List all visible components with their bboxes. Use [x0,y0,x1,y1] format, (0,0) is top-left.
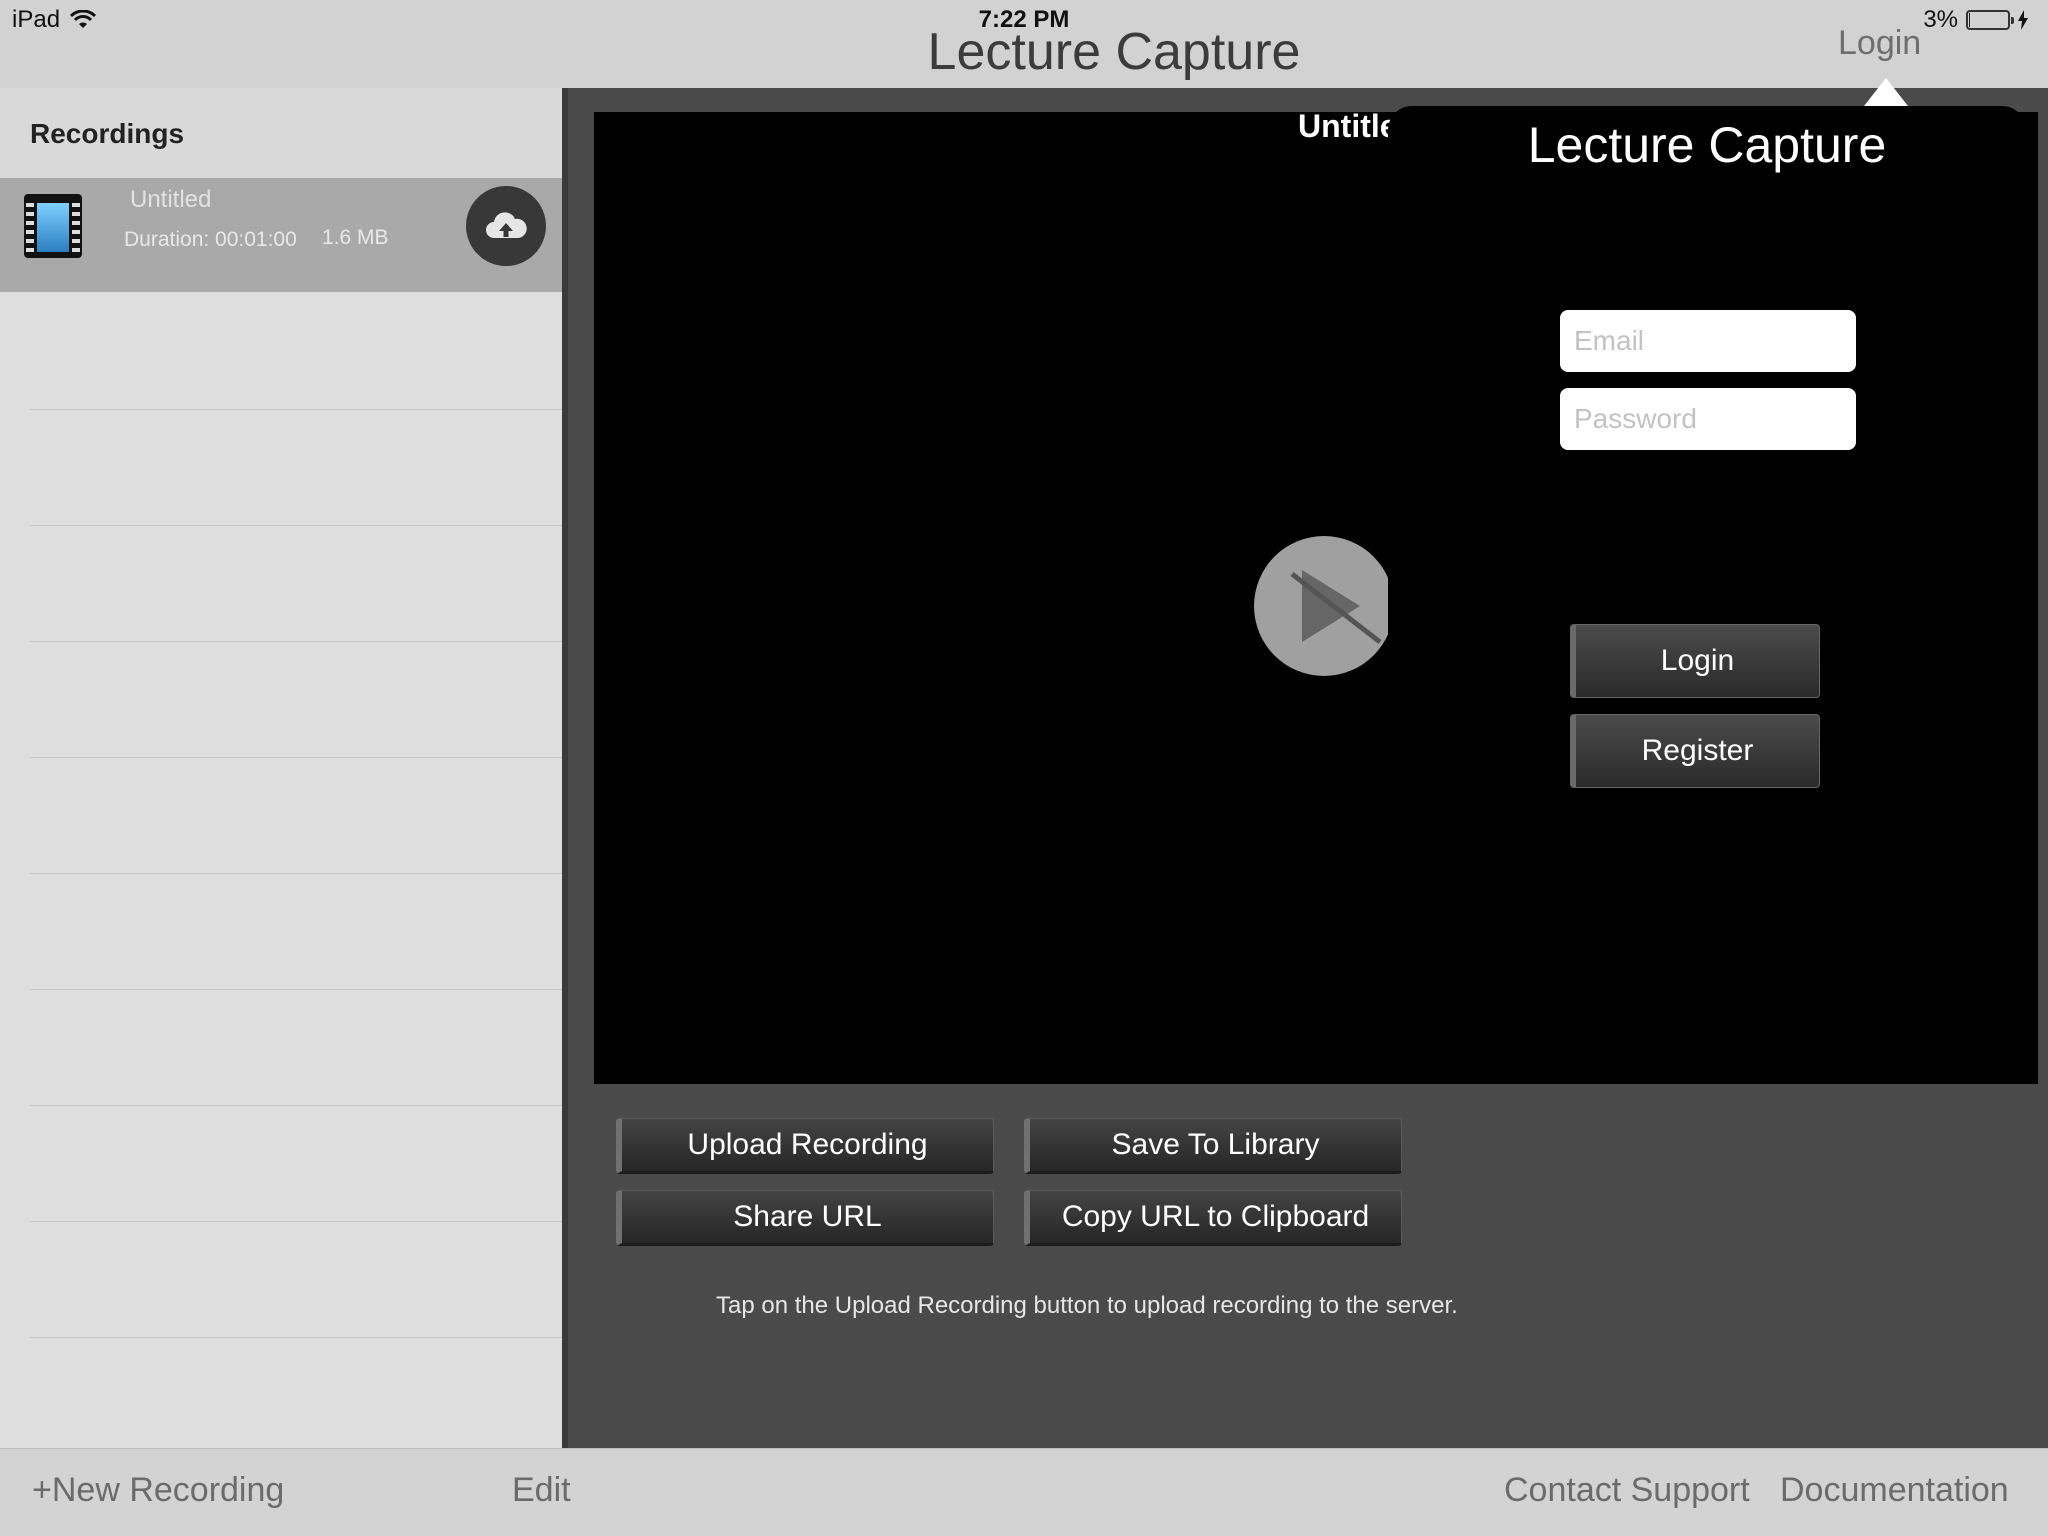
recording-row[interactable]: Untitled Duration: 00:01:00 1.6 MB [0,178,562,292]
list-separator [30,873,562,874]
recording-size: 1.6 MB [322,226,389,249]
register-button[interactable]: Register [1570,714,1820,788]
list-separator [30,409,562,410]
upload-recording-button[interactable]: Upload Recording [616,1118,994,1174]
contact-support-button[interactable]: Contact Support [1504,1471,1750,1510]
cloud-upload-icon [486,212,527,238]
play-button[interactable] [1254,536,1394,676]
upload-hint-text: Tap on the Upload Recording button to up… [716,1292,1458,1319]
popover-title: Lecture Capture [1527,117,1887,173]
copy-url-button[interactable]: Copy URL to Clipboard [1024,1190,1402,1246]
login-button[interactable]: Login [1570,624,1820,698]
nav-login-button[interactable]: Login [1838,24,1921,63]
password-field[interactable] [1560,388,1856,450]
bottom-toolbar: +New Recording Edit Contact Support Docu… [0,1448,2048,1536]
recordings-sidebar: Recordings Untitled Duration: 00:01:00 1… [0,88,562,1448]
list-separator [30,1105,562,1106]
top-bar: iPad 7:22 PM 3% Lecture Capture Login [0,0,2048,88]
documentation-button[interactable]: Documentation [1780,1471,2009,1510]
login-popover: Lecture Capture Login Register [1388,106,2026,1066]
list-separator [30,1221,562,1222]
list-separator [30,525,562,526]
list-separator [30,989,562,990]
list-separator [30,641,562,642]
list-separator [30,1337,562,1338]
film-icon [24,194,82,258]
save-to-library-button[interactable]: Save To Library [1024,1118,1402,1174]
play-disabled-icon [1290,570,1382,644]
sidebar-title: Recordings [30,118,185,149]
popover-arrow [1864,78,1908,106]
new-recording-button[interactable]: +New Recording [32,1471,284,1510]
recording-title: Untitled [130,186,212,213]
nav-title: Lecture Capture [927,23,1301,81]
share-url-button[interactable]: Share URL [616,1190,994,1246]
cloud-upload-button[interactable] [466,186,546,266]
recording-duration: Duration: 00:01:00 [124,228,297,251]
list-separator [30,757,562,758]
edit-button[interactable]: Edit [512,1471,571,1510]
sidebar-header: Recordings [0,88,562,178]
email-field[interactable] [1560,310,1856,372]
